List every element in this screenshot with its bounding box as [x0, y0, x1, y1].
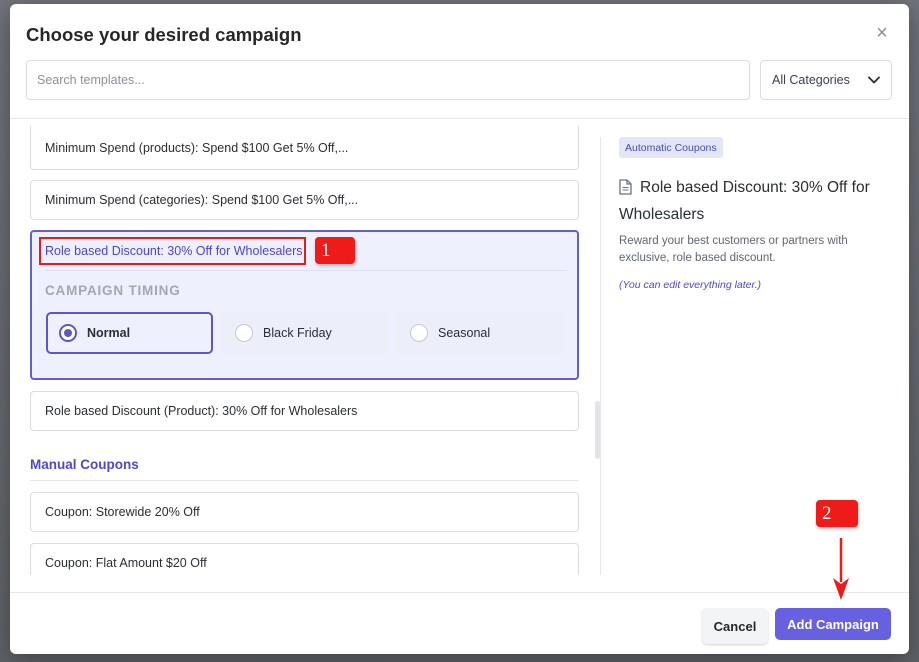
detail-description: Reward your best customers or partners w… — [619, 235, 848, 264]
radio-unchecked-icon — [235, 324, 253, 342]
timing-option-black-friday[interactable]: Black Friday — [222, 312, 387, 354]
close-icon[interactable]: × — [873, 22, 891, 44]
template-list: Minimum Spend (products): Spend $100 Get… — [10, 119, 600, 575]
panel-divider — [600, 137, 601, 575]
template-card-label: Role based Discount (Product): 30% Off f… — [45, 404, 358, 418]
template-card[interactable]: Coupon: Flat Amount $20 Off — [30, 543, 579, 575]
section-divider — [30, 480, 579, 481]
annotation-step-2: 2 — [816, 500, 858, 527]
template-card-selected[interactable]: Role based Discount: 30% Off for Wholesa… — [30, 230, 579, 380]
template-card-label: Coupon: Flat Amount $20 Off — [45, 556, 207, 570]
template-card-label: Minimum Spend (categories): Spend $100 G… — [45, 193, 359, 207]
selected-card-divider — [45, 270, 567, 271]
radio-checked-icon — [59, 324, 77, 342]
timing-option-seasonal[interactable]: Seasonal — [397, 312, 564, 354]
timing-option-label: Seasonal — [438, 326, 491, 340]
add-campaign-button[interactable]: Add Campaign — [775, 608, 891, 640]
detail-title-text: Role based Discount: 30% Off for Wholesa… — [619, 179, 870, 223]
document-icon — [619, 179, 632, 203]
selected-template-title[interactable]: Role based Discount: 30% Off for Wholesa… — [45, 244, 303, 258]
annotation-arrow-icon — [831, 538, 851, 607]
campaign-modal: Choose your desired campaign × All Categ… — [10, 4, 909, 654]
template-card[interactable]: Minimum Spend (categories): Spend $100 G… — [30, 180, 579, 220]
template-card[interactable]: Role based Discount (Product): 30% Off f… — [30, 391, 579, 431]
timing-option-label: Normal — [87, 326, 131, 340]
section-title-manual-coupons: Manual Coupons — [30, 457, 139, 472]
search-input[interactable] — [26, 60, 750, 100]
detail-note: (You can edit everything later.) — [619, 279, 762, 291]
campaign-timing-label: CAMPAIGN TIMING — [45, 283, 181, 298]
category-select[interactable]: All Categories — [760, 60, 892, 100]
timing-option-label: Black Friday — [263, 326, 332, 340]
category-select-value: All Categories — [772, 73, 850, 87]
template-card-label: Minimum Spend (products): Spend $100 Get… — [45, 140, 349, 155]
template-card-label: Coupon: Storewide 20% Off — [45, 505, 200, 519]
cancel-button[interactable]: Cancel — [702, 608, 768, 644]
modal-title: Choose your desired campaign — [26, 24, 302, 45]
template-card[interactable]: Coupon: Storewide 20% Off — [30, 492, 579, 532]
template-card[interactable]: Minimum Spend (products): Spend $100 Get… — [30, 126, 579, 170]
radio-unchecked-icon — [410, 324, 428, 342]
timing-option-normal[interactable]: Normal — [46, 312, 213, 354]
footer-divider — [10, 592, 909, 593]
annotation-step-1: 1 — [315, 237, 355, 264]
category-badge: Automatic Coupons — [619, 137, 723, 158]
detail-title: Role based Discount: 30% Off for Wholesa… — [619, 176, 879, 227]
chevron-down-icon — [868, 76, 880, 84]
